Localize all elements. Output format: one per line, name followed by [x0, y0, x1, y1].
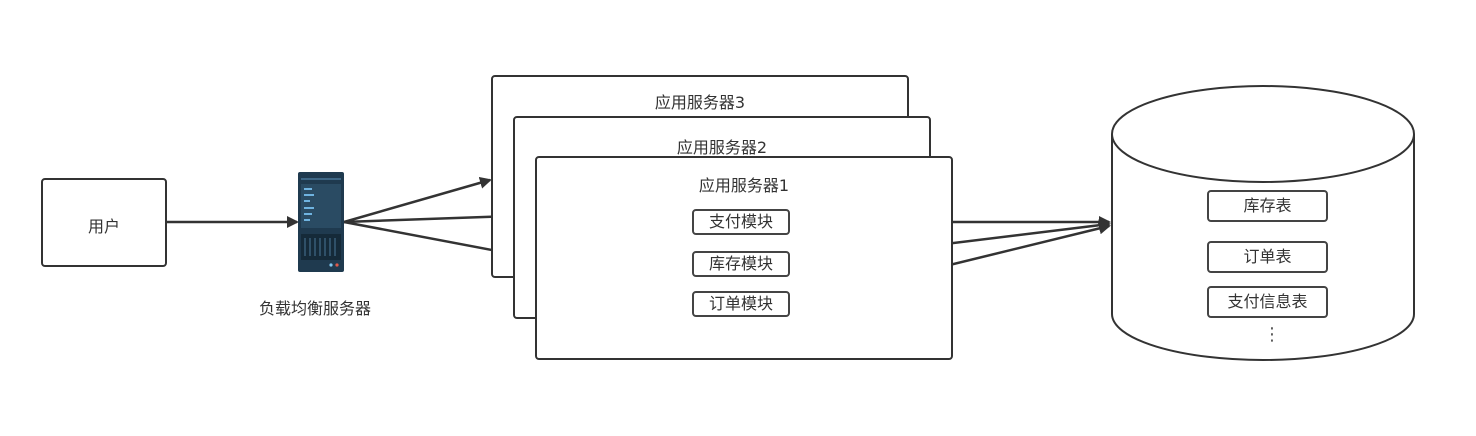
- payment-module: 支付模块: [692, 209, 790, 235]
- load-balancer-label: 负载均衡服务器: [259, 299, 372, 318]
- architecture-diagram: 用户 负载均衡服务器 应用服务器3 应用服务器2 应用服务器1 支付模块 库存模…: [0, 0, 1476, 436]
- server-rack-icon: [298, 172, 344, 272]
- database-cylinder-icon: [1111, 85, 1415, 361]
- lb-to-app2-arrow: [343, 210, 514, 224]
- more-tables-ellipsis: ⋮: [1263, 324, 1281, 345]
- app-server-3-title: 应用服务器3: [654, 93, 746, 112]
- app-server-2-title: 应用服务器2: [676, 138, 768, 157]
- inventory-module: 库存模块: [692, 251, 790, 277]
- lb-to-app3-arrow: [343, 176, 492, 224]
- order-module: 订单模块: [692, 291, 790, 317]
- app-server-1-title: 应用服务器1: [698, 176, 790, 195]
- payment-info-table: 支付信息表: [1207, 286, 1328, 318]
- order-table: 订单表: [1207, 241, 1328, 273]
- user-label: 用户: [87, 217, 120, 236]
- inventory-table: 库存表: [1207, 190, 1328, 222]
- user-node: 用户: [41, 178, 167, 267]
